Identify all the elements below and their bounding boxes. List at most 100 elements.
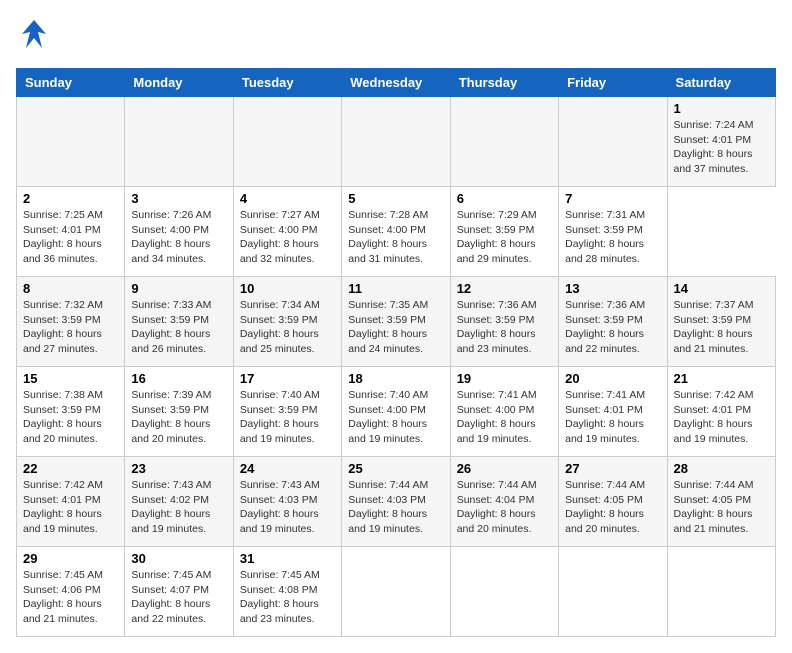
calendar-day-cell: 25 Sunrise: 7:44 AMSunset: 4:03 PMDayligh… [342, 457, 450, 547]
calendar-week-row: 15Sunrise: 7:38 AMSunset: 3:59 PMDayligh… [17, 367, 776, 457]
calendar-day-cell [342, 97, 450, 187]
calendar-week-row: 8 Sunrise: 7:32 AMSunset: 3:59 PMDaylight… [17, 277, 776, 367]
day-info: Sunrise: 7:32 AMSunset: 3:59 PMDaylight:… [23, 298, 118, 357]
day-of-week-header: Saturday [667, 69, 775, 97]
calendar-day-cell: 20 Sunrise: 7:41 AMSunset: 4:01 PMDayligh… [559, 367, 667, 457]
day-number: 4 [240, 191, 335, 206]
calendar-day-cell: 26 Sunrise: 7:44 AMSunset: 4:04 PMDayligh… [450, 457, 558, 547]
day-number: 13 [565, 281, 660, 296]
day-number: 25 [348, 461, 443, 476]
day-info: Sunrise: 7:41 AMSunset: 4:00 PMDaylight:… [457, 388, 552, 447]
day-number: 31 [240, 551, 335, 566]
day-number: 8 [23, 281, 118, 296]
day-info: Sunrise: 7:42 AMSunset: 4:01 PMDaylight:… [674, 388, 769, 447]
calendar-day-cell: 9Sunrise: 7:33 AMSunset: 3:59 PMDaylight… [125, 277, 233, 367]
day-info: Sunrise: 7:27 AMSunset: 4:00 PMDaylight:… [240, 208, 335, 267]
day-number: 3 [131, 191, 226, 206]
calendar-day-cell: 3 Sunrise: 7:26 AMSunset: 4:00 PMDaylight… [125, 187, 233, 277]
day-of-week-header: Sunday [17, 69, 125, 97]
calendar-day-cell: 22Sunrise: 7:42 AMSunset: 4:01 PMDayligh… [17, 457, 125, 547]
day-of-week-header: Friday [559, 69, 667, 97]
day-info: Sunrise: 7:43 AMSunset: 4:03 PMDaylight:… [240, 478, 335, 537]
calendar-day-cell: 21Sunrise: 7:42 AMSunset: 4:01 PMDayligh… [667, 367, 775, 457]
calendar-day-cell: 1 Sunrise: 7:24 AMSunset: 4:01 PMDaylight… [667, 97, 775, 187]
day-number: 7 [565, 191, 660, 206]
calendar-day-cell [667, 547, 775, 637]
day-info: Sunrise: 7:43 AMSunset: 4:02 PMDaylight:… [131, 478, 226, 537]
day-info: Sunrise: 7:44 AMSunset: 4:03 PMDaylight:… [348, 478, 443, 537]
day-info: Sunrise: 7:45 AMSunset: 4:07 PMDaylight:… [131, 568, 226, 627]
calendar-week-row: 29Sunrise: 7:45 AMSunset: 4:06 PMDayligh… [17, 547, 776, 637]
calendar-day-cell: 29Sunrise: 7:45 AMSunset: 4:06 PMDayligh… [17, 547, 125, 637]
day-number: 6 [457, 191, 552, 206]
day-info: Sunrise: 7:36 AMSunset: 3:59 PMDaylight:… [457, 298, 552, 357]
day-info: Sunrise: 7:45 AMSunset: 4:06 PMDaylight:… [23, 568, 118, 627]
day-info: Sunrise: 7:38 AMSunset: 3:59 PMDaylight:… [23, 388, 118, 447]
calendar-day-cell [450, 97, 558, 187]
day-number: 16 [131, 371, 226, 386]
calendar-day-cell: 18 Sunrise: 7:40 AMSunset: 4:00 PMDayligh… [342, 367, 450, 457]
day-info: Sunrise: 7:24 AMSunset: 4:01 PMDaylight:… [674, 118, 769, 177]
day-of-week-header: Thursday [450, 69, 558, 97]
day-info: Sunrise: 7:45 AMSunset: 4:08 PMDaylight:… [240, 568, 335, 627]
calendar-day-cell: 6 Sunrise: 7:29 AMSunset: 3:59 PMDaylight… [450, 187, 558, 277]
calendar-day-cell: 11Sunrise: 7:35 AMSunset: 3:59 PMDayligh… [342, 277, 450, 367]
calendar-day-cell: 8 Sunrise: 7:32 AMSunset: 3:59 PMDaylight… [17, 277, 125, 367]
day-number: 5 [348, 191, 443, 206]
day-info: Sunrise: 7:44 AMSunset: 4:05 PMDaylight:… [674, 478, 769, 537]
calendar-day-cell: 19Sunrise: 7:41 AMSunset: 4:00 PMDayligh… [450, 367, 558, 457]
day-info: Sunrise: 7:40 AMSunset: 3:59 PMDaylight:… [240, 388, 335, 447]
calendar-table: SundayMondayTuesdayWednesdayThursdayFrid… [16, 68, 776, 637]
day-number: 1 [674, 101, 769, 116]
calendar-day-cell: 10 Sunrise: 7:34 AMSunset: 3:59 PMDayligh… [233, 277, 341, 367]
day-number: 2 [23, 191, 118, 206]
day-info: Sunrise: 7:25 AMSunset: 4:01 PMDaylight:… [23, 208, 118, 267]
day-info: Sunrise: 7:29 AMSunset: 3:59 PMDaylight:… [457, 208, 552, 267]
calendar-day-cell: 5 Sunrise: 7:28 AMSunset: 4:00 PMDaylight… [342, 187, 450, 277]
day-info: Sunrise: 7:37 AMSunset: 3:59 PMDaylight:… [674, 298, 769, 357]
day-info: Sunrise: 7:41 AMSunset: 4:01 PMDaylight:… [565, 388, 660, 447]
day-number: 18 [348, 371, 443, 386]
day-of-week-header: Monday [125, 69, 233, 97]
calendar-day-cell: 15Sunrise: 7:38 AMSunset: 3:59 PMDayligh… [17, 367, 125, 457]
day-of-week-header: Wednesday [342, 69, 450, 97]
day-number: 22 [23, 461, 118, 476]
calendar-day-cell [342, 547, 450, 637]
day-info: Sunrise: 7:40 AMSunset: 4:00 PMDaylight:… [348, 388, 443, 447]
calendar-day-cell: 12 Sunrise: 7:36 AMSunset: 3:59 PMDayligh… [450, 277, 558, 367]
calendar-day-cell: 27Sunrise: 7:44 AMSunset: 4:05 PMDayligh… [559, 457, 667, 547]
calendar-day-cell: 17Sunrise: 7:40 AMSunset: 3:59 PMDayligh… [233, 367, 341, 457]
day-info: Sunrise: 7:31 AMSunset: 3:59 PMDaylight:… [565, 208, 660, 267]
day-info: Sunrise: 7:34 AMSunset: 3:59 PMDaylight:… [240, 298, 335, 357]
header [16, 16, 776, 58]
calendar-day-cell: 23 Sunrise: 7:43 AMSunset: 4:02 PMDayligh… [125, 457, 233, 547]
logo-bird-icon [16, 16, 52, 58]
day-number: 24 [240, 461, 335, 476]
day-number: 23 [131, 461, 226, 476]
day-info: Sunrise: 7:26 AMSunset: 4:00 PMDaylight:… [131, 208, 226, 267]
day-number: 30 [131, 551, 226, 566]
calendar-week-row: 22Sunrise: 7:42 AMSunset: 4:01 PMDayligh… [17, 457, 776, 547]
day-info: Sunrise: 7:28 AMSunset: 4:00 PMDaylight:… [348, 208, 443, 267]
calendar-day-cell: 30 Sunrise: 7:45 AMSunset: 4:07 PMDayligh… [125, 547, 233, 637]
calendar-day-cell [450, 547, 558, 637]
day-of-week-header: Tuesday [233, 69, 341, 97]
calendar-day-cell: 7 Sunrise: 7:31 AMSunset: 3:59 PMDaylight… [559, 187, 667, 277]
logo [16, 16, 56, 58]
day-number: 12 [457, 281, 552, 296]
calendar-day-cell [125, 97, 233, 187]
calendar-day-cell: 4 Sunrise: 7:27 AMSunset: 4:00 PMDaylight… [233, 187, 341, 277]
day-number: 26 [457, 461, 552, 476]
calendar-day-cell: 28Sunrise: 7:44 AMSunset: 4:05 PMDayligh… [667, 457, 775, 547]
calendar-day-cell: 13Sunrise: 7:36 AMSunset: 3:59 PMDayligh… [559, 277, 667, 367]
day-info: Sunrise: 7:39 AMSunset: 3:59 PMDaylight:… [131, 388, 226, 447]
day-number: 11 [348, 281, 443, 296]
day-info: Sunrise: 7:44 AMSunset: 4:04 PMDaylight:… [457, 478, 552, 537]
calendar-day-cell: 24 Sunrise: 7:43 AMSunset: 4:03 PMDayligh… [233, 457, 341, 547]
day-number: 20 [565, 371, 660, 386]
day-number: 10 [240, 281, 335, 296]
calendar-day-cell [233, 97, 341, 187]
calendar-week-row: 1 Sunrise: 7:24 AMSunset: 4:01 PMDaylight… [17, 97, 776, 187]
day-info: Sunrise: 7:33 AMSunset: 3:59 PMDaylight:… [131, 298, 226, 357]
calendar-day-cell [559, 547, 667, 637]
